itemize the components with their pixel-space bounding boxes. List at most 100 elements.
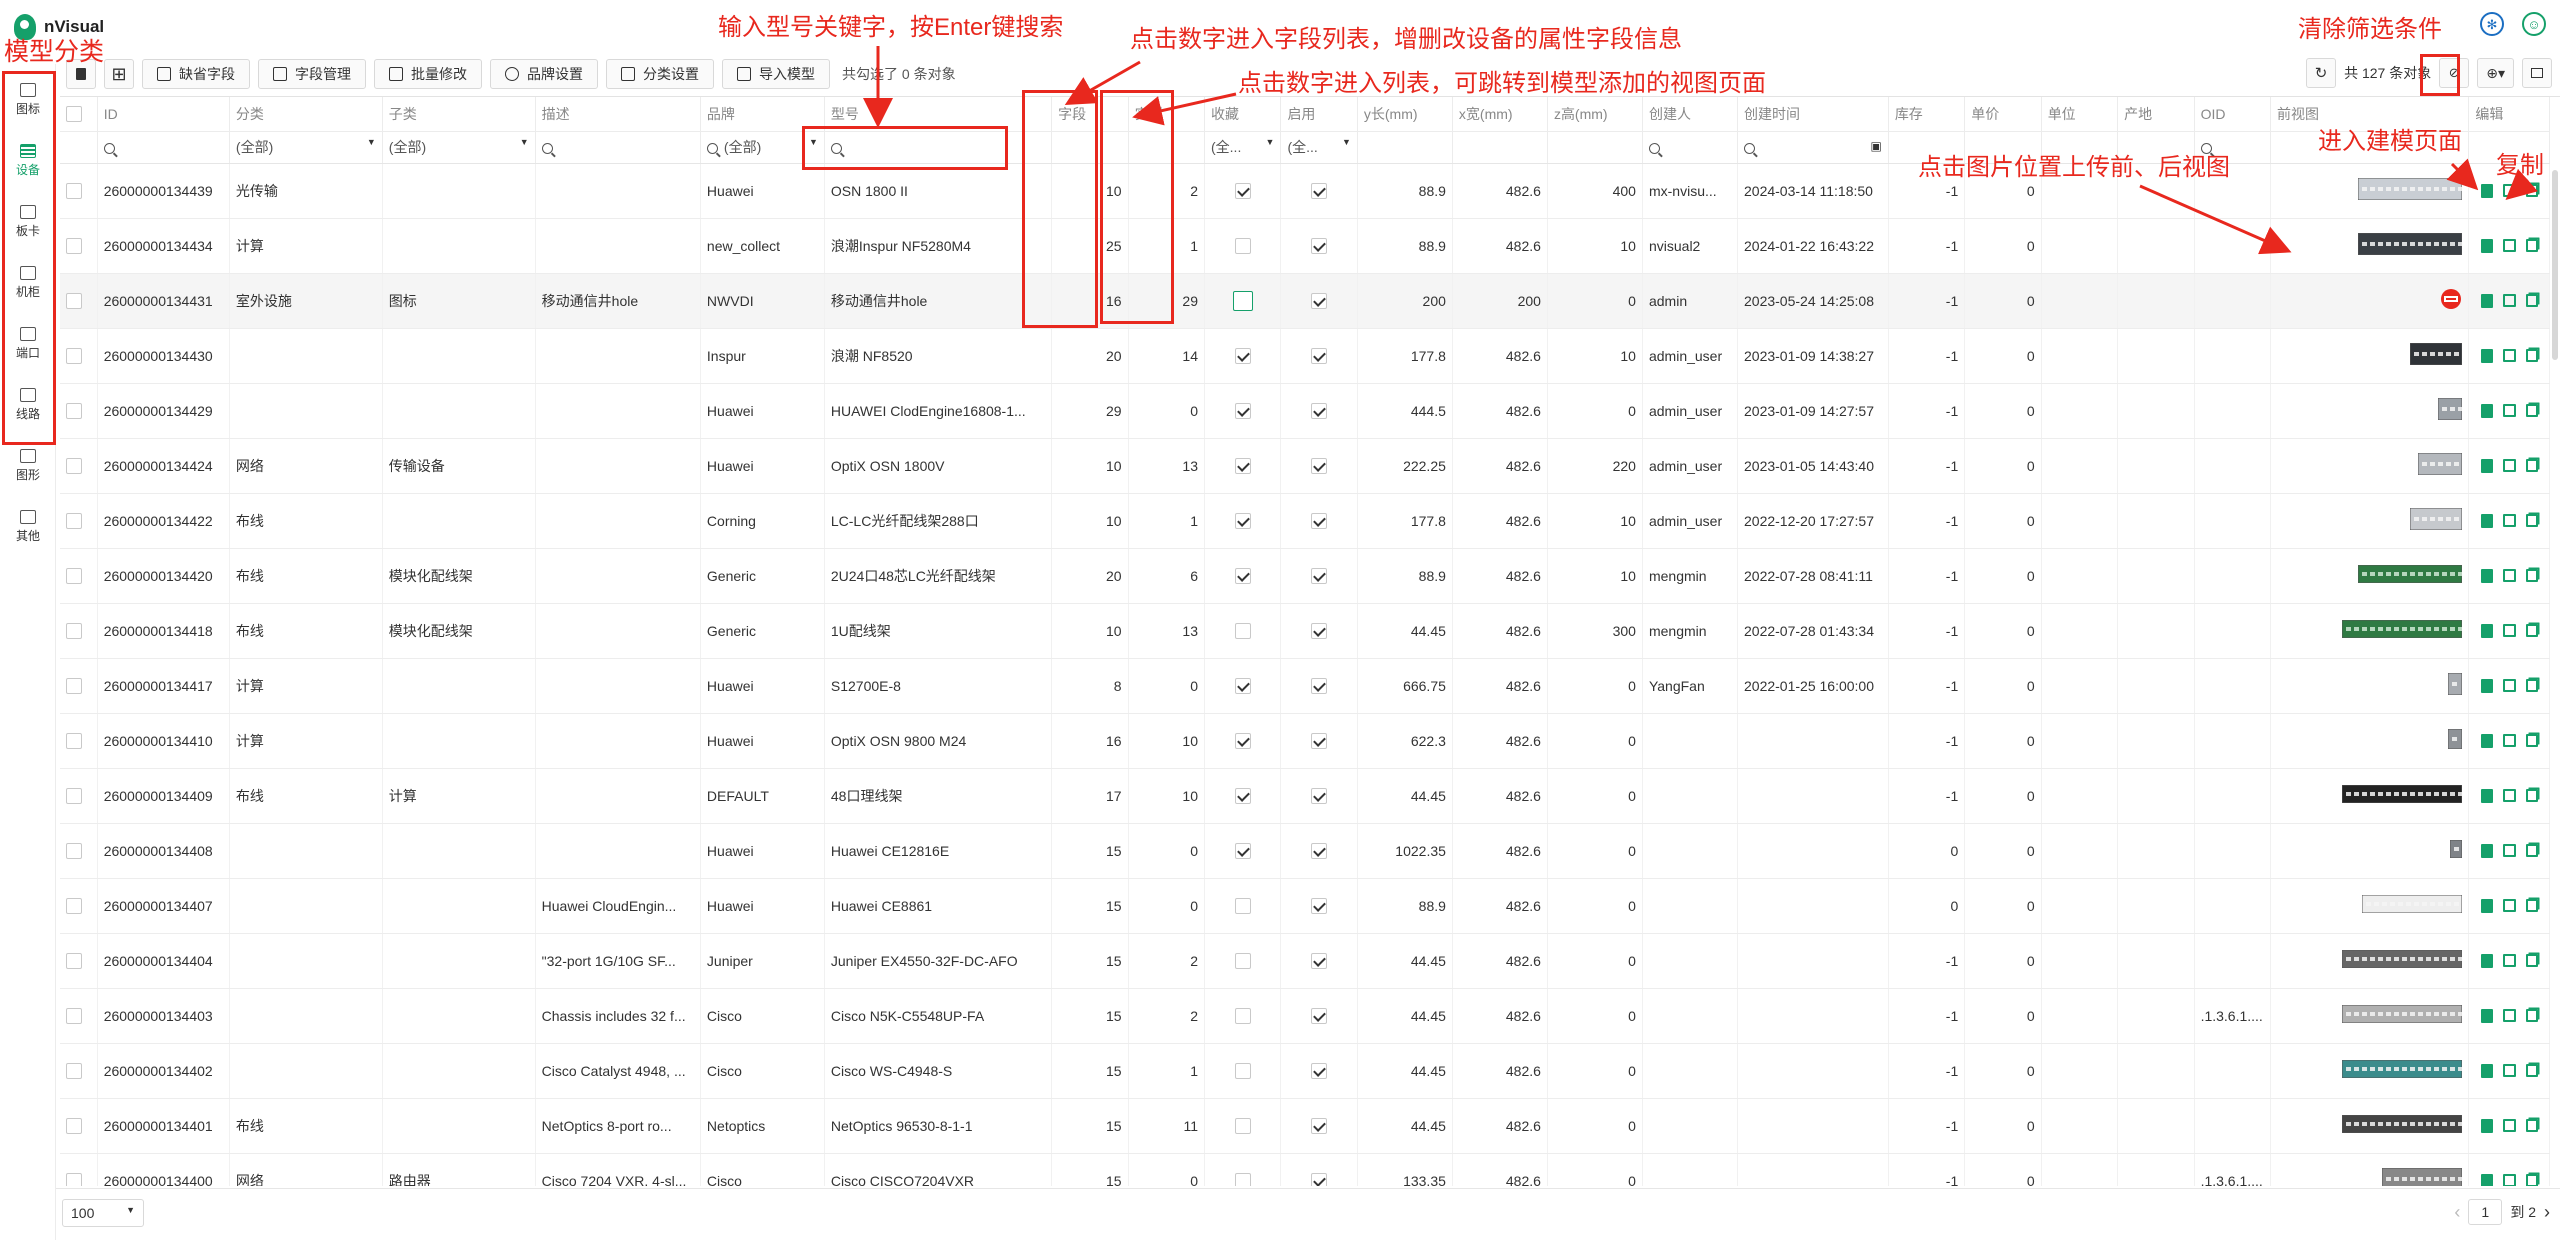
favorite-checkbox[interactable] bbox=[1234, 1008, 1251, 1025]
column-header[interactable]: 分类 bbox=[229, 97, 383, 132]
modeling-edit-icon[interactable] bbox=[2502, 1008, 2516, 1022]
export-dropdown[interactable]: ⊕▾ bbox=[2477, 58, 2514, 88]
vertical-scrollbar[interactable] bbox=[2552, 170, 2558, 360]
row-checkbox[interactable] bbox=[66, 788, 82, 805]
favorite-checkbox[interactable] bbox=[1234, 1118, 1251, 1135]
copy-icon[interactable] bbox=[2525, 458, 2538, 472]
front-view-image[interactable] bbox=[2270, 768, 2470, 824]
favorite-checkbox[interactable] bbox=[1234, 1063, 1251, 1080]
column-header[interactable]: 创建人 bbox=[1642, 97, 1739, 132]
instance-count-link[interactable]: 0 bbox=[1128, 878, 1206, 934]
favorite-checkbox-cell[interactable] bbox=[1204, 1043, 1282, 1099]
front-view-image[interactable] bbox=[2270, 493, 2470, 549]
copy-icon[interactable] bbox=[2525, 733, 2538, 747]
row-select-cell[interactable] bbox=[60, 163, 98, 219]
enabled-checkbox-cell[interactable] bbox=[1280, 328, 1358, 384]
filter-search-input[interactable] bbox=[535, 131, 701, 164]
batch-edit-button[interactable]: 批量修改 bbox=[374, 59, 482, 89]
row-checkbox[interactable] bbox=[66, 238, 82, 255]
column-header[interactable]: 库存 bbox=[1888, 97, 1966, 132]
instance-count-link[interactable]: 13 bbox=[1128, 438, 1206, 494]
table-row[interactable]: 26000000134408 Huawei Huawei CE12816E 15 0 10… bbox=[60, 823, 2550, 879]
enabled-checkbox-cell[interactable] bbox=[1280, 713, 1358, 769]
delete-row-icon[interactable] bbox=[2480, 513, 2493, 528]
instance-count-link[interactable]: 2 bbox=[1128, 988, 1206, 1044]
filter-search-input[interactable] bbox=[97, 131, 230, 164]
help-icon[interactable]: ✻ bbox=[2480, 12, 2504, 36]
instance-count-link[interactable]: 2 bbox=[1128, 933, 1206, 989]
column-header[interactable]: 收藏 bbox=[1204, 97, 1282, 132]
row-checkbox[interactable] bbox=[66, 293, 82, 310]
enabled-checkbox[interactable] bbox=[1311, 183, 1328, 200]
modeling-edit-icon[interactable] bbox=[2502, 348, 2516, 362]
device-front-view-thumbnail[interactable] bbox=[2357, 177, 2464, 203]
front-view-image[interactable] bbox=[2270, 383, 2470, 439]
row-checkbox[interactable] bbox=[66, 1008, 82, 1025]
enabled-checkbox[interactable] bbox=[1311, 458, 1328, 475]
favorite-checkbox-cell[interactable] bbox=[1204, 438, 1282, 494]
copy-icon[interactable] bbox=[2525, 238, 2538, 252]
table-row[interactable]: 26000000134410 计算 Huawei OptiX OSN 9800 M24… bbox=[60, 713, 2550, 769]
enabled-checkbox[interactable] bbox=[1311, 788, 1328, 805]
enabled-checkbox[interactable] bbox=[1311, 1118, 1328, 1135]
front-view-image[interactable] bbox=[2270, 823, 2470, 879]
column-header[interactable]: z高(mm) bbox=[1547, 97, 1643, 132]
enabled-checkbox[interactable] bbox=[1311, 293, 1328, 310]
copy-icon[interactable] bbox=[2525, 843, 2538, 857]
filter-select[interactable]: (全部) ▼ bbox=[229, 131, 383, 164]
field-count-link[interactable]: 8 bbox=[1051, 658, 1129, 714]
column-header[interactable]: 单位 bbox=[2041, 97, 2119, 132]
field-count-link[interactable]: 15 bbox=[1051, 1043, 1129, 1099]
delete-row-icon[interactable] bbox=[2480, 678, 2493, 693]
delete-row-icon[interactable] bbox=[2480, 568, 2493, 583]
modeling-edit-icon[interactable] bbox=[2502, 1063, 2516, 1077]
modeling-edit-icon[interactable] bbox=[2502, 953, 2516, 967]
favorite-checkbox[interactable] bbox=[1234, 733, 1251, 750]
field-count-link[interactable]: 15 bbox=[1051, 1098, 1129, 1154]
table-row[interactable]: 26000000134401 布线 NetOptics 8-port ro... Ne… bbox=[60, 1098, 2550, 1154]
favorite-checkbox[interactable] bbox=[1234, 953, 1251, 970]
calendar-icon[interactable]: ▣ bbox=[1870, 139, 1881, 153]
device-front-view-thumbnail[interactable] bbox=[2341, 949, 2464, 971]
filter-select[interactable]: (全部) ▼ bbox=[382, 131, 536, 164]
field-count-link[interactable]: 15 bbox=[1051, 823, 1129, 879]
field-count-link[interactable]: 10 bbox=[1051, 493, 1129, 549]
modeling-edit-icon[interactable] bbox=[2502, 568, 2516, 582]
delete-row-icon[interactable] bbox=[2480, 898, 2493, 913]
front-view-image[interactable] bbox=[2270, 273, 2470, 329]
filter-cell[interactable] bbox=[1452, 131, 1548, 164]
enabled-checkbox-cell[interactable] bbox=[1280, 823, 1358, 879]
favorite-checkbox[interactable] bbox=[1234, 843, 1251, 860]
column-header[interactable]: x宽(mm) bbox=[1452, 97, 1548, 132]
table-row[interactable]: 26000000134424 网络 传输设备 Huawei OptiX OSN 1800… bbox=[60, 438, 2550, 494]
favorite-checkbox-cell[interactable] bbox=[1204, 218, 1282, 274]
filter-cell[interactable] bbox=[1357, 131, 1453, 164]
delete-row-icon[interactable] bbox=[2480, 1173, 2493, 1186]
enabled-checkbox[interactable] bbox=[1311, 1173, 1328, 1186]
row-select-cell[interactable] bbox=[60, 1098, 98, 1154]
device-front-view-thumbnail[interactable] bbox=[2447, 728, 2463, 752]
enabled-checkbox-cell[interactable] bbox=[1280, 218, 1358, 274]
table-row[interactable]: 26000000134418 布线 模块化配线架 Generic 1U配线架 10 13 44… bbox=[60, 603, 2550, 659]
user-avatar-icon[interactable]: ☺ bbox=[2522, 12, 2546, 36]
row-select-cell[interactable] bbox=[60, 273, 98, 329]
favorite-checkbox-cell[interactable] bbox=[1204, 713, 1282, 769]
table-row[interactable]: 26000000134417 计算 Huawei S12700E-8 8 0 666.75 4… bbox=[60, 658, 2550, 714]
field-count-link[interactable]: 29 bbox=[1051, 383, 1129, 439]
column-header[interactable]: 产地 bbox=[2117, 97, 2195, 132]
table-row[interactable]: 26000000134434 计算 new_collect 浪潮Inspur NF52… bbox=[60, 218, 2550, 274]
enabled-checkbox-cell[interactable] bbox=[1280, 1098, 1358, 1154]
favorite-checkbox[interactable] bbox=[1232, 290, 1253, 311]
instance-count-link[interactable]: 11 bbox=[1128, 1098, 1206, 1154]
row-checkbox[interactable] bbox=[66, 1118, 82, 1135]
modeling-edit-icon[interactable] bbox=[2502, 513, 2516, 527]
column-header[interactable]: 编辑 bbox=[2468, 97, 2550, 132]
modeling-edit-icon[interactable] bbox=[2502, 843, 2516, 857]
filter-select[interactable]: (全... ▼ bbox=[1280, 131, 1358, 164]
copy-icon[interactable] bbox=[2525, 348, 2538, 362]
row-checkbox[interactable] bbox=[66, 733, 82, 750]
favorite-checkbox[interactable] bbox=[1234, 403, 1251, 420]
modeling-edit-icon[interactable] bbox=[2502, 238, 2516, 252]
instance-count-link[interactable]: 0 bbox=[1128, 383, 1206, 439]
brand-settings-button[interactable]: 品牌设置 bbox=[490, 59, 598, 89]
